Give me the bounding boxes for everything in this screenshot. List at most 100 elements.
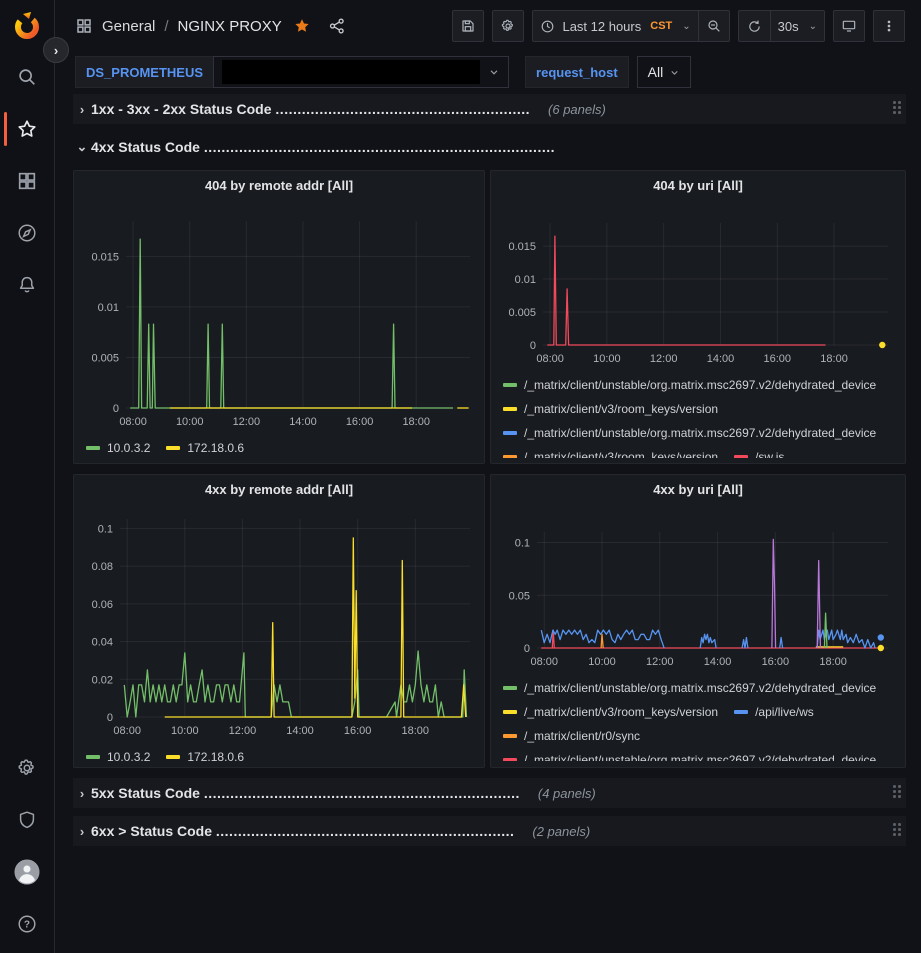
refresh-interval-picker[interactable]: 30s ⌄ xyxy=(770,10,825,42)
legend-item[interactable]: /_matrix/client/unstable/org.matrix.msc2… xyxy=(503,749,876,761)
dashboard-settings-button[interactable] xyxy=(492,10,524,42)
grafana-logo[interactable] xyxy=(9,8,45,44)
legend-series-swatch xyxy=(503,758,517,761)
legend-series-label: /api/live/ws xyxy=(755,701,814,724)
svg-text:12:00: 12:00 xyxy=(646,656,674,668)
tv-mode-button[interactable] xyxy=(833,10,865,42)
row-title: 4xx Status Code xyxy=(91,139,200,155)
row-header-4xx[interactable]: ⌄ 4xx Status Code ......................… xyxy=(73,132,906,162)
legend-item[interactable]: /api/live/ws xyxy=(734,701,814,723)
legend-series-label: /_matrix/client/r0/sync xyxy=(524,725,640,748)
row-drag-handle[interactable] xyxy=(893,785,902,799)
legend-item[interactable]: /_matrix/client/v3/room_keys/version xyxy=(503,398,718,420)
svg-text:0.005: 0.005 xyxy=(508,307,536,319)
clock-icon xyxy=(540,19,555,34)
refresh-interval-value: 30s xyxy=(778,19,799,34)
legend-item[interactable]: /_matrix/client/r0/sync xyxy=(503,725,640,747)
starred-dashboards-icon[interactable] xyxy=(0,114,55,144)
svg-text:16:00: 16:00 xyxy=(346,416,374,428)
svg-text:0.05: 0.05 xyxy=(509,590,530,602)
legend-series-label: /_matrix/client/unstable/org.matrix.msc2… xyxy=(524,677,876,700)
legend-series-swatch xyxy=(166,446,180,450)
legend-item[interactable]: /_matrix/client/v3/room_keys/version xyxy=(503,701,718,723)
row-drag-handle[interactable] xyxy=(893,101,902,115)
timeseries-chart-404-by-uri[interactable]: 00.0050.010.01508:0010:0012:0014:0016:00… xyxy=(499,199,898,371)
svg-text:12:00: 12:00 xyxy=(233,416,261,428)
chevron-right-icon: › xyxy=(73,824,91,839)
request-host-variable-select[interactable]: All xyxy=(637,56,692,88)
timezone-label: CST xyxy=(650,20,672,32)
panel-404-by-remote-addr: 404 by remote addr [All] 00.0050.010.015… xyxy=(73,170,485,464)
timeseries-chart-4xx-by-remote-addr[interactable]: 00.020.040.060.080.108:0010:0012:0014:00… xyxy=(82,503,476,743)
svg-text:16:00: 16:00 xyxy=(344,725,372,737)
legend-series-swatch xyxy=(86,755,100,759)
svg-text:0: 0 xyxy=(107,712,113,724)
dashboards-icon[interactable] xyxy=(0,166,55,196)
svg-text:12:00: 12:00 xyxy=(229,725,257,737)
refresh-icon xyxy=(747,19,762,34)
server-admin-shield-icon[interactable] xyxy=(0,805,55,835)
time-range-picker[interactable]: Last 12 hours CST ⌄ xyxy=(532,10,697,42)
request-host-variable-label[interactable]: request_host xyxy=(525,56,629,88)
svg-text:0.04: 0.04 xyxy=(92,637,113,649)
profile-avatar[interactable] xyxy=(0,857,55,887)
legend-series-swatch xyxy=(503,383,517,387)
monitor-icon xyxy=(841,18,857,34)
row-header-1xx-3xx-2xx[interactable]: › 1xx - 3xx - 2xx Status Code ..........… xyxy=(73,94,906,124)
panel-title[interactable]: 404 by uri [All] xyxy=(499,171,897,199)
panel-title[interactable]: 4xx by remote addr [All] xyxy=(82,475,476,503)
alerting-bell-icon[interactable] xyxy=(0,270,55,300)
row-header-6xx[interactable]: › 6xx > Status Code ....................… xyxy=(73,816,906,846)
svg-text:16:00: 16:00 xyxy=(762,656,790,668)
legend-item[interactable]: /sw.js xyxy=(734,446,784,458)
legend-series-label: 10.0.3.2 xyxy=(107,441,150,455)
sidebar-expand-button[interactable]: › xyxy=(43,37,69,63)
row-header-5xx[interactable]: › 5xx Status Code ......................… xyxy=(73,778,906,808)
legend-item[interactable]: 172.18.0.6 xyxy=(166,746,244,768)
legend-series-label: 172.18.0.6 xyxy=(187,750,244,764)
explore-compass-icon[interactable] xyxy=(0,218,55,248)
dashboard-title[interactable]: NGINX PROXY xyxy=(178,18,282,35)
svg-text:10:00: 10:00 xyxy=(588,656,616,668)
legend-series-swatch xyxy=(734,710,748,714)
zoom-out-icon xyxy=(706,18,722,34)
panel-title[interactable]: 404 by remote addr [All] xyxy=(82,171,476,199)
datasource-variable-select[interactable] xyxy=(213,56,509,88)
svg-text:0.1: 0.1 xyxy=(515,538,530,550)
panel-title[interactable]: 4xx by uri [All] xyxy=(499,475,897,503)
timeseries-chart-4xx-by-uri[interactable]: 00.050.108:0010:0012:0014:0016:0018:00 xyxy=(499,503,898,674)
kebab-menu-icon xyxy=(882,18,896,34)
legend-item[interactable]: 172.18.0.6 xyxy=(166,437,244,459)
timeseries-chart-404-by-remote-addr[interactable]: 00.0050.010.01508:0010:0012:0014:0016:00… xyxy=(82,199,476,434)
legend-item[interactable]: /_matrix/client/unstable/org.matrix.msc2… xyxy=(503,677,876,699)
legend-series-swatch xyxy=(503,431,517,435)
datasource-variable-label[interactable]: DS_PROMETHEUS xyxy=(75,56,213,88)
help-icon[interactable]: ? xyxy=(0,909,55,939)
share-icon[interactable] xyxy=(328,17,346,35)
save-dashboard-button[interactable] xyxy=(452,10,484,42)
more-options-button[interactable] xyxy=(873,10,905,42)
settings-gear-icon[interactable] xyxy=(0,753,55,783)
legend-item[interactable]: /_matrix/client/unstable/org.matrix.msc2… xyxy=(503,374,876,396)
panel-legend: 10.0.3.2 172.18.0.6 xyxy=(82,746,476,768)
panel-4xx-by-remote-addr: 4xx by remote addr [All] 00.020.040.060.… xyxy=(73,474,485,768)
legend-item[interactable]: 10.0.3.2 xyxy=(86,437,150,459)
svg-text:16:00: 16:00 xyxy=(763,353,791,365)
legend-item[interactable]: 10.0.3.2 xyxy=(86,746,150,768)
row-title-dots: ........................................… xyxy=(204,139,555,155)
legend-series-label: 10.0.3.2 xyxy=(107,750,150,764)
breadcrumb-folder[interactable]: General xyxy=(102,18,155,35)
svg-text:0.015: 0.015 xyxy=(508,241,536,253)
legend-item[interactable]: /_matrix/client/unstable/org.matrix.msc2… xyxy=(503,422,876,444)
favorite-star-icon[interactable] xyxy=(293,17,311,35)
row-drag-handle[interactable] xyxy=(893,823,902,837)
svg-text:0: 0 xyxy=(524,643,530,655)
legend-series-label: /_matrix/client/v3/room_keys/version xyxy=(524,398,718,421)
svg-text:0: 0 xyxy=(530,340,536,352)
legend-item[interactable]: /_matrix/client/v3/room_keys/version xyxy=(503,446,718,458)
svg-text:18:00: 18:00 xyxy=(819,656,847,668)
zoom-out-time-button[interactable] xyxy=(698,10,730,42)
apps-grid-icon xyxy=(75,17,93,35)
search-icon[interactable] xyxy=(0,62,55,92)
refresh-button[interactable] xyxy=(738,10,770,42)
